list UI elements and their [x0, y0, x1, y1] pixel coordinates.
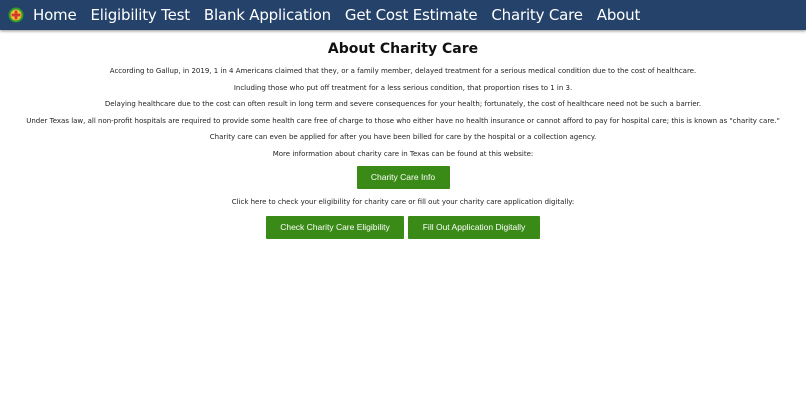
- paragraph-more-info: More information about charity care in T…: [272, 149, 534, 158]
- medical-cross-logo-icon[interactable]: [7, 6, 25, 24]
- charity-care-info-button[interactable]: Charity Care Info: [356, 165, 450, 189]
- paragraph-gallup-statistic: According to Gallup, in 2019, 1 in 4 Ame…: [109, 67, 697, 75]
- paragraph-texas-law: Under Texas law, all non-profit hospital…: [26, 116, 780, 125]
- main-content: About Charity Care According to Gallup, …: [0, 30, 806, 239]
- nav-link-blank-application[interactable]: Blank Application: [204, 6, 331, 24]
- top-navbar: Home Eligibility Test Blank Application …: [0, 0, 806, 30]
- check-eligibility-button[interactable]: Check Charity Care Eligibility: [266, 215, 404, 239]
- paragraph-click-here: Click here to check your eligibility for…: [231, 197, 575, 206]
- fill-out-application-button[interactable]: Fill Out Application Digitally: [408, 215, 540, 239]
- nav-link-charity-care[interactable]: Charity Care: [491, 6, 583, 24]
- nav-link-get-cost-estimate[interactable]: Get Cost Estimate: [345, 6, 478, 24]
- paragraph-consequences: Delaying healthcare due to the cost can …: [104, 100, 702, 108]
- nav-link-home[interactable]: Home: [33, 6, 77, 24]
- paragraph-billed-care: Charity care can even be applied for aft…: [209, 133, 597, 141]
- nav-link-eligibility-test[interactable]: Eligibility Test: [91, 6, 191, 24]
- action-button-row: Check Charity Care Eligibility Fill Out …: [0, 215, 806, 239]
- page-title: About Charity Care: [327, 41, 479, 57]
- nav-link-about[interactable]: About: [597, 6, 641, 24]
- paragraph-proportion: Including those who put off treatment fo…: [233, 83, 573, 92]
